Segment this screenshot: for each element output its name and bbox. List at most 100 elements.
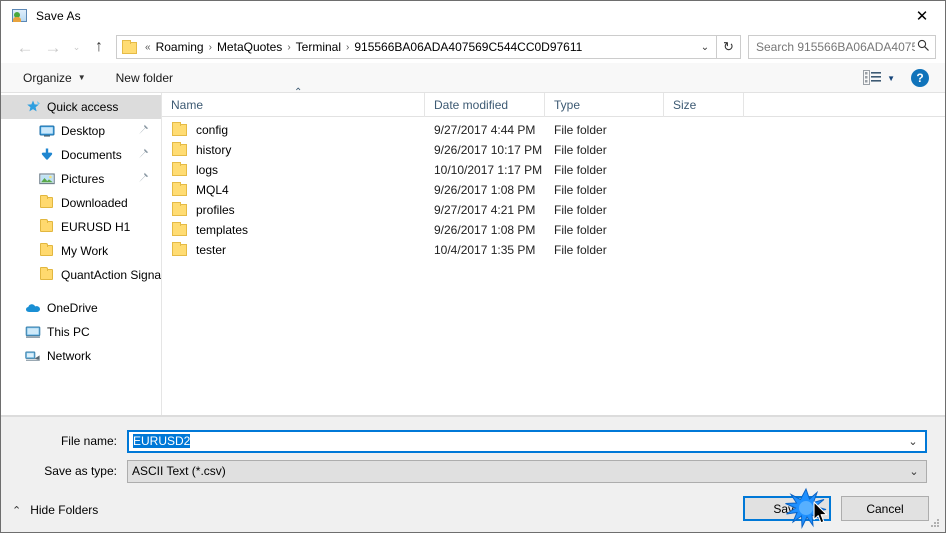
sidebar-item-eurusd-h1[interactable]: EURUSD H1 (1, 215, 161, 239)
table-row[interactable]: config 9/27/2017 4:44 PM File folder (162, 120, 945, 140)
close-icon[interactable]: ✕ (899, 1, 945, 31)
refresh-icon[interactable]: ↻ (717, 35, 741, 59)
file-name-cell: MQL4 (162, 182, 425, 198)
address-bar[interactable]: « Roaming › MetaQuotes › Terminal › 9155… (116, 35, 717, 59)
file-name-label: templates (196, 223, 249, 237)
file-date-cell: 10/4/2017 1:35 PM (434, 243, 536, 257)
file-type-cell: File folder (554, 163, 607, 177)
folder-icon (39, 267, 55, 283)
cancel-button[interactable]: Cancel (841, 496, 929, 521)
sidebar-item-label: Documents (61, 148, 122, 162)
table-row[interactable]: MQL4 9/26/2017 1:08 PM File folder (162, 180, 945, 200)
column-header-name[interactable]: Name ⌃ (162, 87, 425, 117)
hide-folders-label: Hide Folders (30, 503, 99, 517)
folder-icon (172, 222, 189, 238)
dialog-footer: ⌃ Hide Folders Save Cancel (1, 488, 945, 532)
sort-ascending-icon: ⌃ (294, 86, 303, 98)
sidebar-item-label: My Work (61, 244, 109, 258)
pin-icon[interactable] (138, 124, 149, 138)
recent-locations-button[interactable]: ⌄ (67, 34, 86, 60)
chevron-up-icon: ⌃ (12, 504, 22, 517)
hide-folders-button[interactable]: ⌃ Hide Folders (12, 503, 98, 517)
view-options-caret-icon[interactable]: ▼ (887, 74, 895, 83)
folder-icon (172, 202, 189, 218)
sidebar-item-desktop[interactable]: Desktop (1, 119, 161, 143)
file-type-cell: File folder (554, 203, 607, 217)
file-type-cell: File folder (554, 243, 607, 257)
save-as-type-row: Save as type: ASCII Text (*.csv) ⌄ (1, 458, 945, 484)
sidebar-item-pictures[interactable]: Pictures (1, 167, 161, 191)
sidebar-item-onedrive[interactable]: OneDrive (1, 296, 161, 320)
breadcrumb-item-metaquotes[interactable]: MetaQuotes (214, 40, 285, 54)
folder-icon (172, 242, 189, 258)
sidebar-item-quantaction-signal[interactable]: QuantAction Signal (1, 263, 161, 287)
pin-icon[interactable] (138, 148, 149, 162)
chevron-down-icon[interactable]: ⌄ (901, 435, 925, 448)
pin-icon[interactable] (138, 172, 149, 186)
sidebar-item-downloaded[interactable]: Downloaded (1, 191, 161, 215)
view-options-icon[interactable] (863, 70, 883, 86)
file-name-value: EURUSD2 (133, 434, 191, 448)
file-name-label: logs (196, 163, 219, 177)
save-as-dialog: Save As ✕ ← → ⌄ ↑ « Roaming › MetaQuotes… (0, 0, 946, 533)
table-row[interactable]: templates 9/26/2017 1:08 PM File folder (162, 220, 945, 240)
resize-grip[interactable] (929, 517, 941, 529)
column-header-label: Size (673, 97, 697, 112)
breadcrumb-item-terminal[interactable]: Terminal (293, 40, 344, 54)
up-button[interactable]: ↑ (86, 34, 112, 60)
documents-download-icon (39, 147, 55, 163)
sidebar-item-label: Pictures (61, 172, 105, 186)
organize-label: Organize (23, 70, 72, 85)
file-name-cell: history (162, 142, 425, 158)
file-name-label: profiles (196, 203, 235, 217)
save-form: File name: EURUSD2 ⌄ Save as type: ASCII… (1, 416, 945, 488)
organize-button[interactable]: Organize ▼ (15, 67, 94, 89)
column-header-date-modified[interactable]: Date modified (425, 92, 545, 117)
file-date-cell: 9/26/2017 10:17 PM (434, 143, 543, 157)
file-name-cell: templates (162, 222, 425, 238)
column-header-size[interactable]: Size (664, 92, 744, 117)
sidebar-item-quick-access[interactable]: Quick access (1, 95, 161, 119)
folder-icon (172, 122, 189, 138)
file-name-label: File name: (60, 434, 117, 448)
breadcrumb-separator: › (287, 41, 291, 53)
table-row[interactable]: tester 10/4/2017 1:35 PM File folder (162, 240, 945, 260)
file-date-cell: 9/27/2017 4:21 PM (434, 203, 536, 217)
folder-icon (122, 40, 138, 54)
table-row[interactable]: profiles 9/27/2017 4:21 PM File folder (162, 200, 945, 220)
chevron-down-icon[interactable]: ⌄ (902, 465, 926, 478)
dialog-body: Quick access Desktop Documents Pictures … (1, 87, 945, 416)
sidebar-item-documents[interactable]: Documents (1, 143, 161, 167)
save-as-type-select[interactable]: ASCII Text (*.csv) ⌄ (127, 459, 927, 483)
sidebar-item-this-pc[interactable]: This PC (1, 320, 161, 344)
sidebar-item-label: This PC (47, 325, 90, 339)
file-type-cell: File folder (554, 123, 607, 137)
file-name-label: MQL4 (196, 183, 229, 197)
back-button[interactable]: ← (11, 34, 39, 60)
new-folder-button[interactable]: New folder (108, 67, 181, 89)
file-name-input[interactable]: EURUSD2 ⌄ (127, 429, 927, 453)
file-name-label: tester (196, 243, 227, 257)
desktop-icon (39, 123, 55, 139)
search-placeholder: Search 915566BA06ADA40756... (756, 40, 915, 54)
help-button[interactable]: ? (911, 69, 929, 87)
search-input[interactable]: Search 915566BA06ADA40756... (748, 35, 936, 59)
column-header-type[interactable]: Type (545, 92, 664, 117)
sidebar-item-my-work[interactable]: My Work (1, 239, 161, 263)
this-pc-monitor-icon (25, 324, 41, 340)
chevron-down-icon[interactable]: ⌄ (694, 42, 716, 53)
chevron-down-icon: ▼ (77, 73, 86, 82)
sidebar-item-network[interactable]: Network (1, 344, 161, 368)
forward-button[interactable]: → (39, 34, 67, 60)
save-button[interactable]: Save (743, 496, 831, 521)
sidebar-item-label: EURUSD H1 (61, 220, 131, 234)
breadcrumb-item-roaming[interactable]: Roaming (153, 40, 207, 54)
file-type-cell: File folder (554, 143, 607, 157)
table-row[interactable]: logs 10/10/2017 1:17 PM File folder (162, 160, 945, 180)
breadcrumb-separator: › (208, 41, 212, 53)
breadcrumb-item-current[interactable]: 915566BA06ADA407569C544CC0D97611 (351, 40, 585, 54)
file-name-label: config (196, 123, 229, 137)
table-row[interactable]: history 9/26/2017 10:17 PM File folder (162, 140, 945, 160)
save-as-app-icon (12, 8, 28, 24)
pictures-icon (39, 171, 55, 187)
